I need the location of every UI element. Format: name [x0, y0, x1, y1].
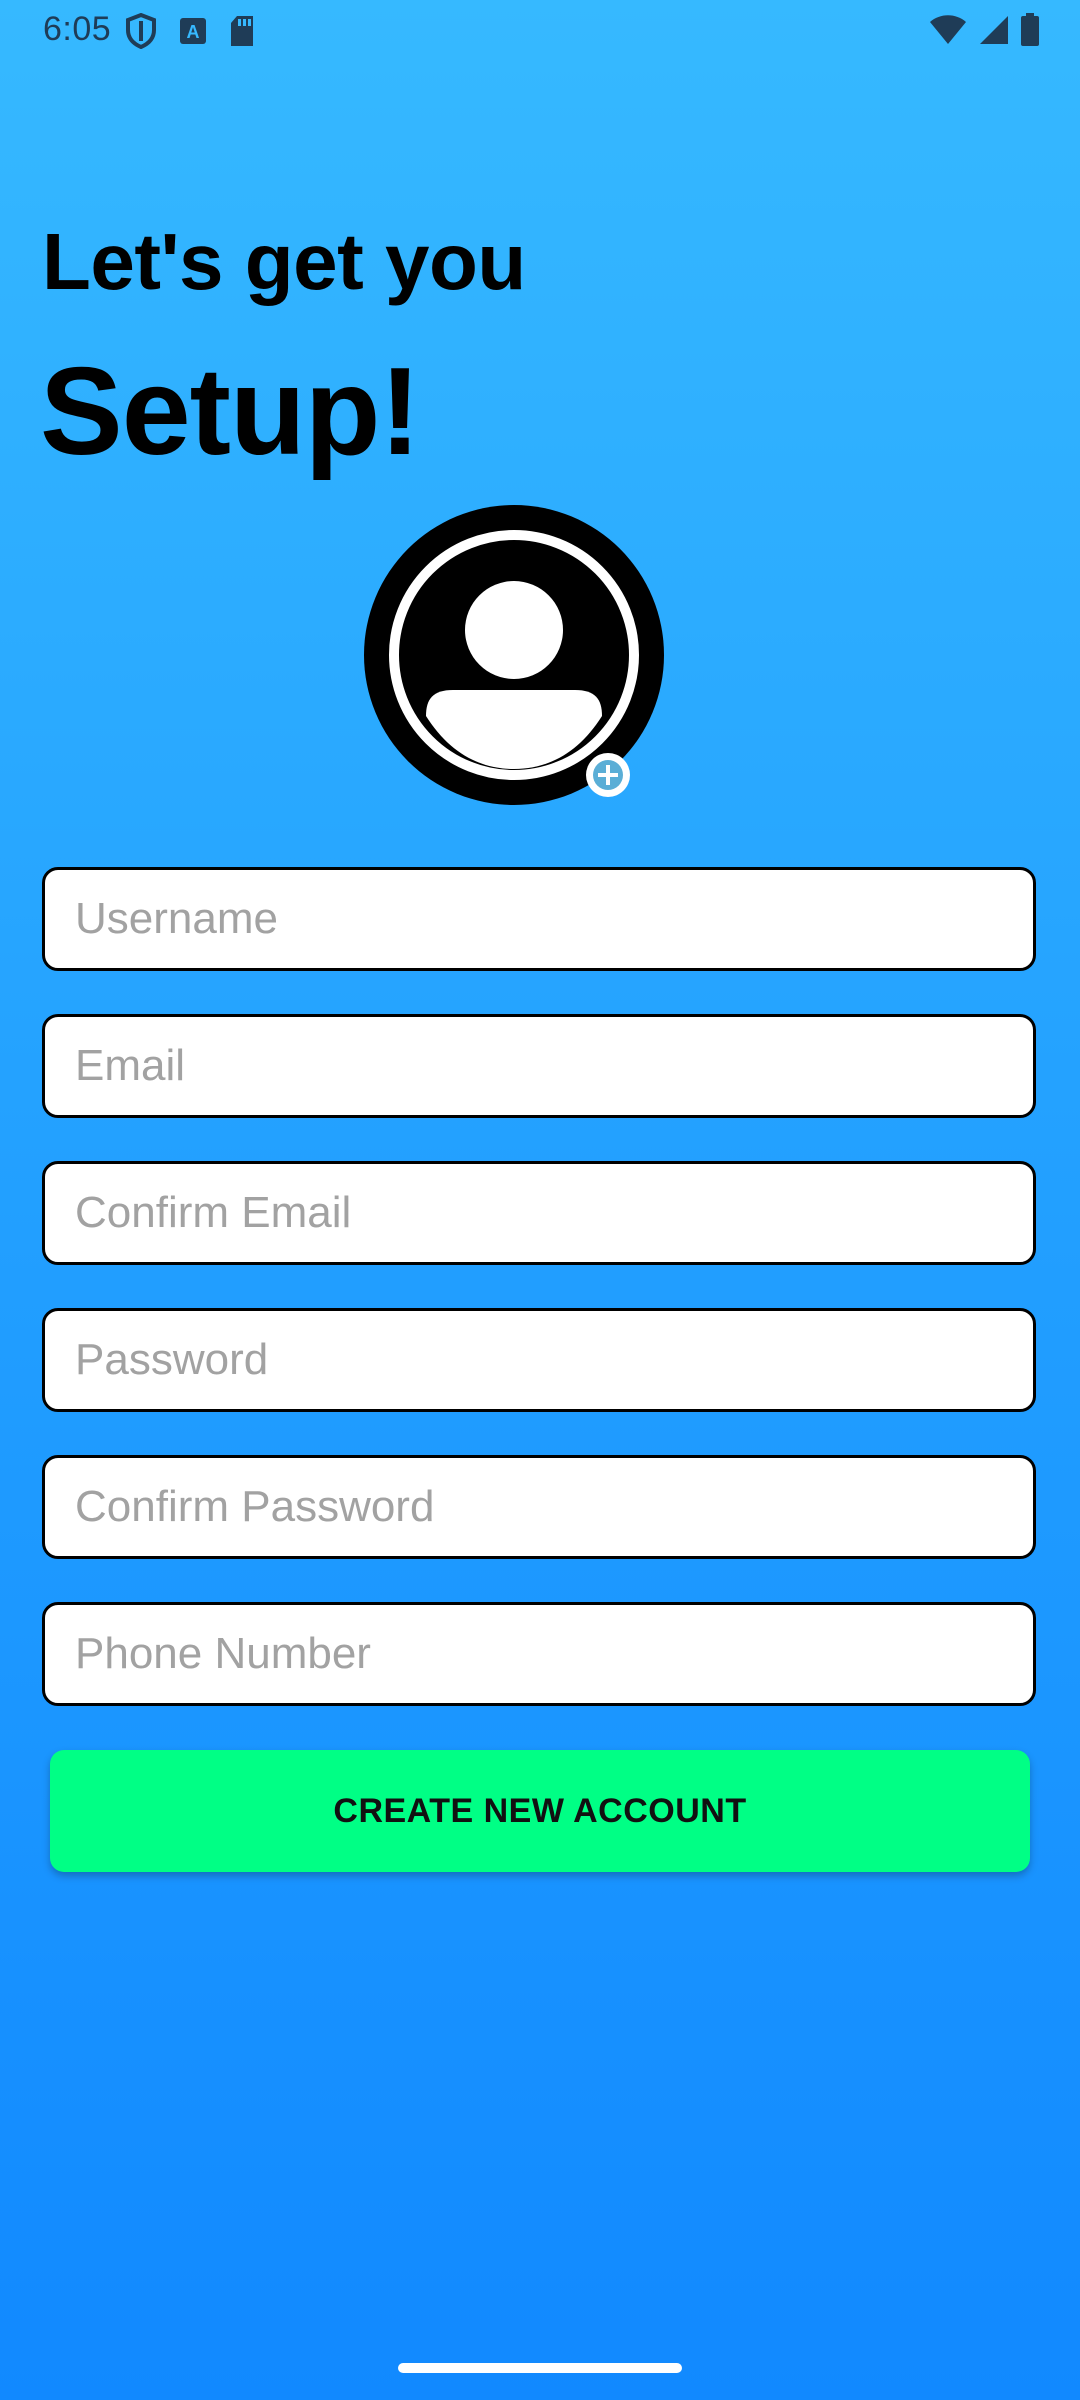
- home-indicator[interactable]: [398, 2363, 682, 2373]
- username-field[interactable]: [42, 867, 1036, 971]
- battery-icon: [1020, 13, 1040, 47]
- email-field[interactable]: [42, 1014, 1036, 1118]
- confirm-password-field[interactable]: [42, 1455, 1036, 1559]
- confirm-email-field[interactable]: [42, 1161, 1036, 1265]
- phone-number-field[interactable]: [42, 1602, 1036, 1706]
- confirm-email-input[interactable]: [75, 1188, 1033, 1238]
- confirm-password-input[interactable]: [75, 1482, 1033, 1532]
- add-photo-icon[interactable]: [585, 752, 631, 798]
- password-input[interactable]: [75, 1335, 1033, 1385]
- cellular-signal-icon: [978, 14, 1010, 46]
- status-time: 6:05: [43, 10, 112, 48]
- password-field[interactable]: [42, 1308, 1036, 1412]
- page-title: Setup!: [40, 343, 421, 481]
- status-bar: 6:05 A: [0, 0, 1080, 64]
- status-left-icons: A: [125, 13, 255, 49]
- username-input[interactable]: [75, 894, 1033, 944]
- status-right-icons: [928, 13, 1040, 47]
- create-account-button[interactable]: CREATE NEW ACCOUNT: [50, 1750, 1030, 1872]
- phone-number-input[interactable]: [75, 1629, 1033, 1679]
- shield-icon: [125, 13, 157, 49]
- email-input[interactable]: [75, 1041, 1033, 1091]
- wifi-icon: [928, 14, 968, 46]
- sd-card-icon: [229, 15, 255, 47]
- page-subtitle: Let's get you: [42, 217, 526, 306]
- font-a-icon: A: [179, 17, 207, 45]
- svg-text:A: A: [187, 22, 200, 42]
